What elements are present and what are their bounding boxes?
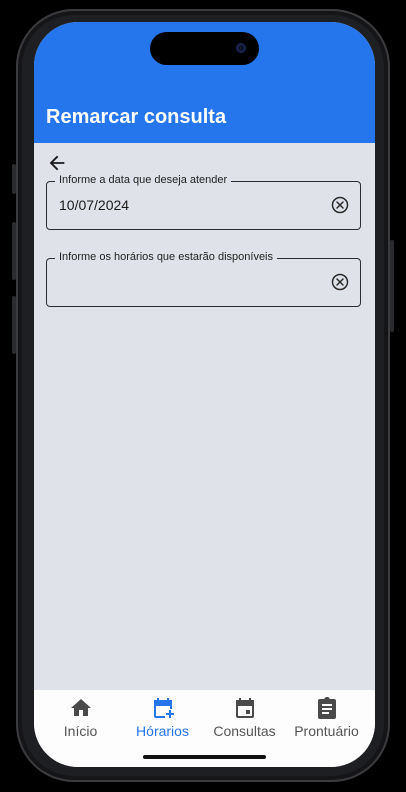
- date-field[interactable]: Informe a data que deseja atender 10/07/…: [46, 174, 361, 230]
- times-field-label: Informe os horários que estarão disponív…: [55, 251, 278, 263]
- front-camera: [236, 43, 246, 53]
- nav-label-prontuario: Prontuário: [294, 723, 359, 739]
- date-field-value[interactable]: 10/07/2024: [59, 197, 129, 213]
- clipboard-icon: [317, 697, 336, 719]
- dynamic-island: [150, 32, 259, 65]
- page-title: Remarcar consulta: [46, 106, 227, 128]
- nav-label-horarios: Hórarios: [136, 723, 189, 739]
- home-icon: [70, 699, 91, 716]
- back-arrow-icon[interactable]: [46, 152, 68, 174]
- calendar-add-icon: [153, 698, 174, 718]
- calendar-event-icon: [235, 698, 254, 718]
- nav-item-prontuario[interactable]: Prontuário: [284, 696, 369, 739]
- clear-times-icon[interactable]: [331, 273, 349, 291]
- date-field-label: Informe a data que deseja atender: [55, 174, 232, 186]
- times-field[interactable]: Informe os horários que estarão disponív…: [46, 251, 361, 307]
- nav-label-inicio: Início: [63, 723, 98, 739]
- nav-item-inicio[interactable]: Início: [38, 696, 123, 739]
- nav-item-horarios[interactable]: Hórarios: [120, 696, 205, 739]
- app-screen: Remarcar consulta Informe a data que des…: [34, 22, 375, 767]
- clear-date-icon[interactable]: [331, 196, 349, 214]
- device-power-button: [390, 240, 394, 332]
- nav-item-consultas[interactable]: Consultas: [202, 696, 287, 739]
- nav-label-consultas: Consultas: [213, 723, 276, 739]
- home-indicator[interactable]: [143, 755, 266, 759]
